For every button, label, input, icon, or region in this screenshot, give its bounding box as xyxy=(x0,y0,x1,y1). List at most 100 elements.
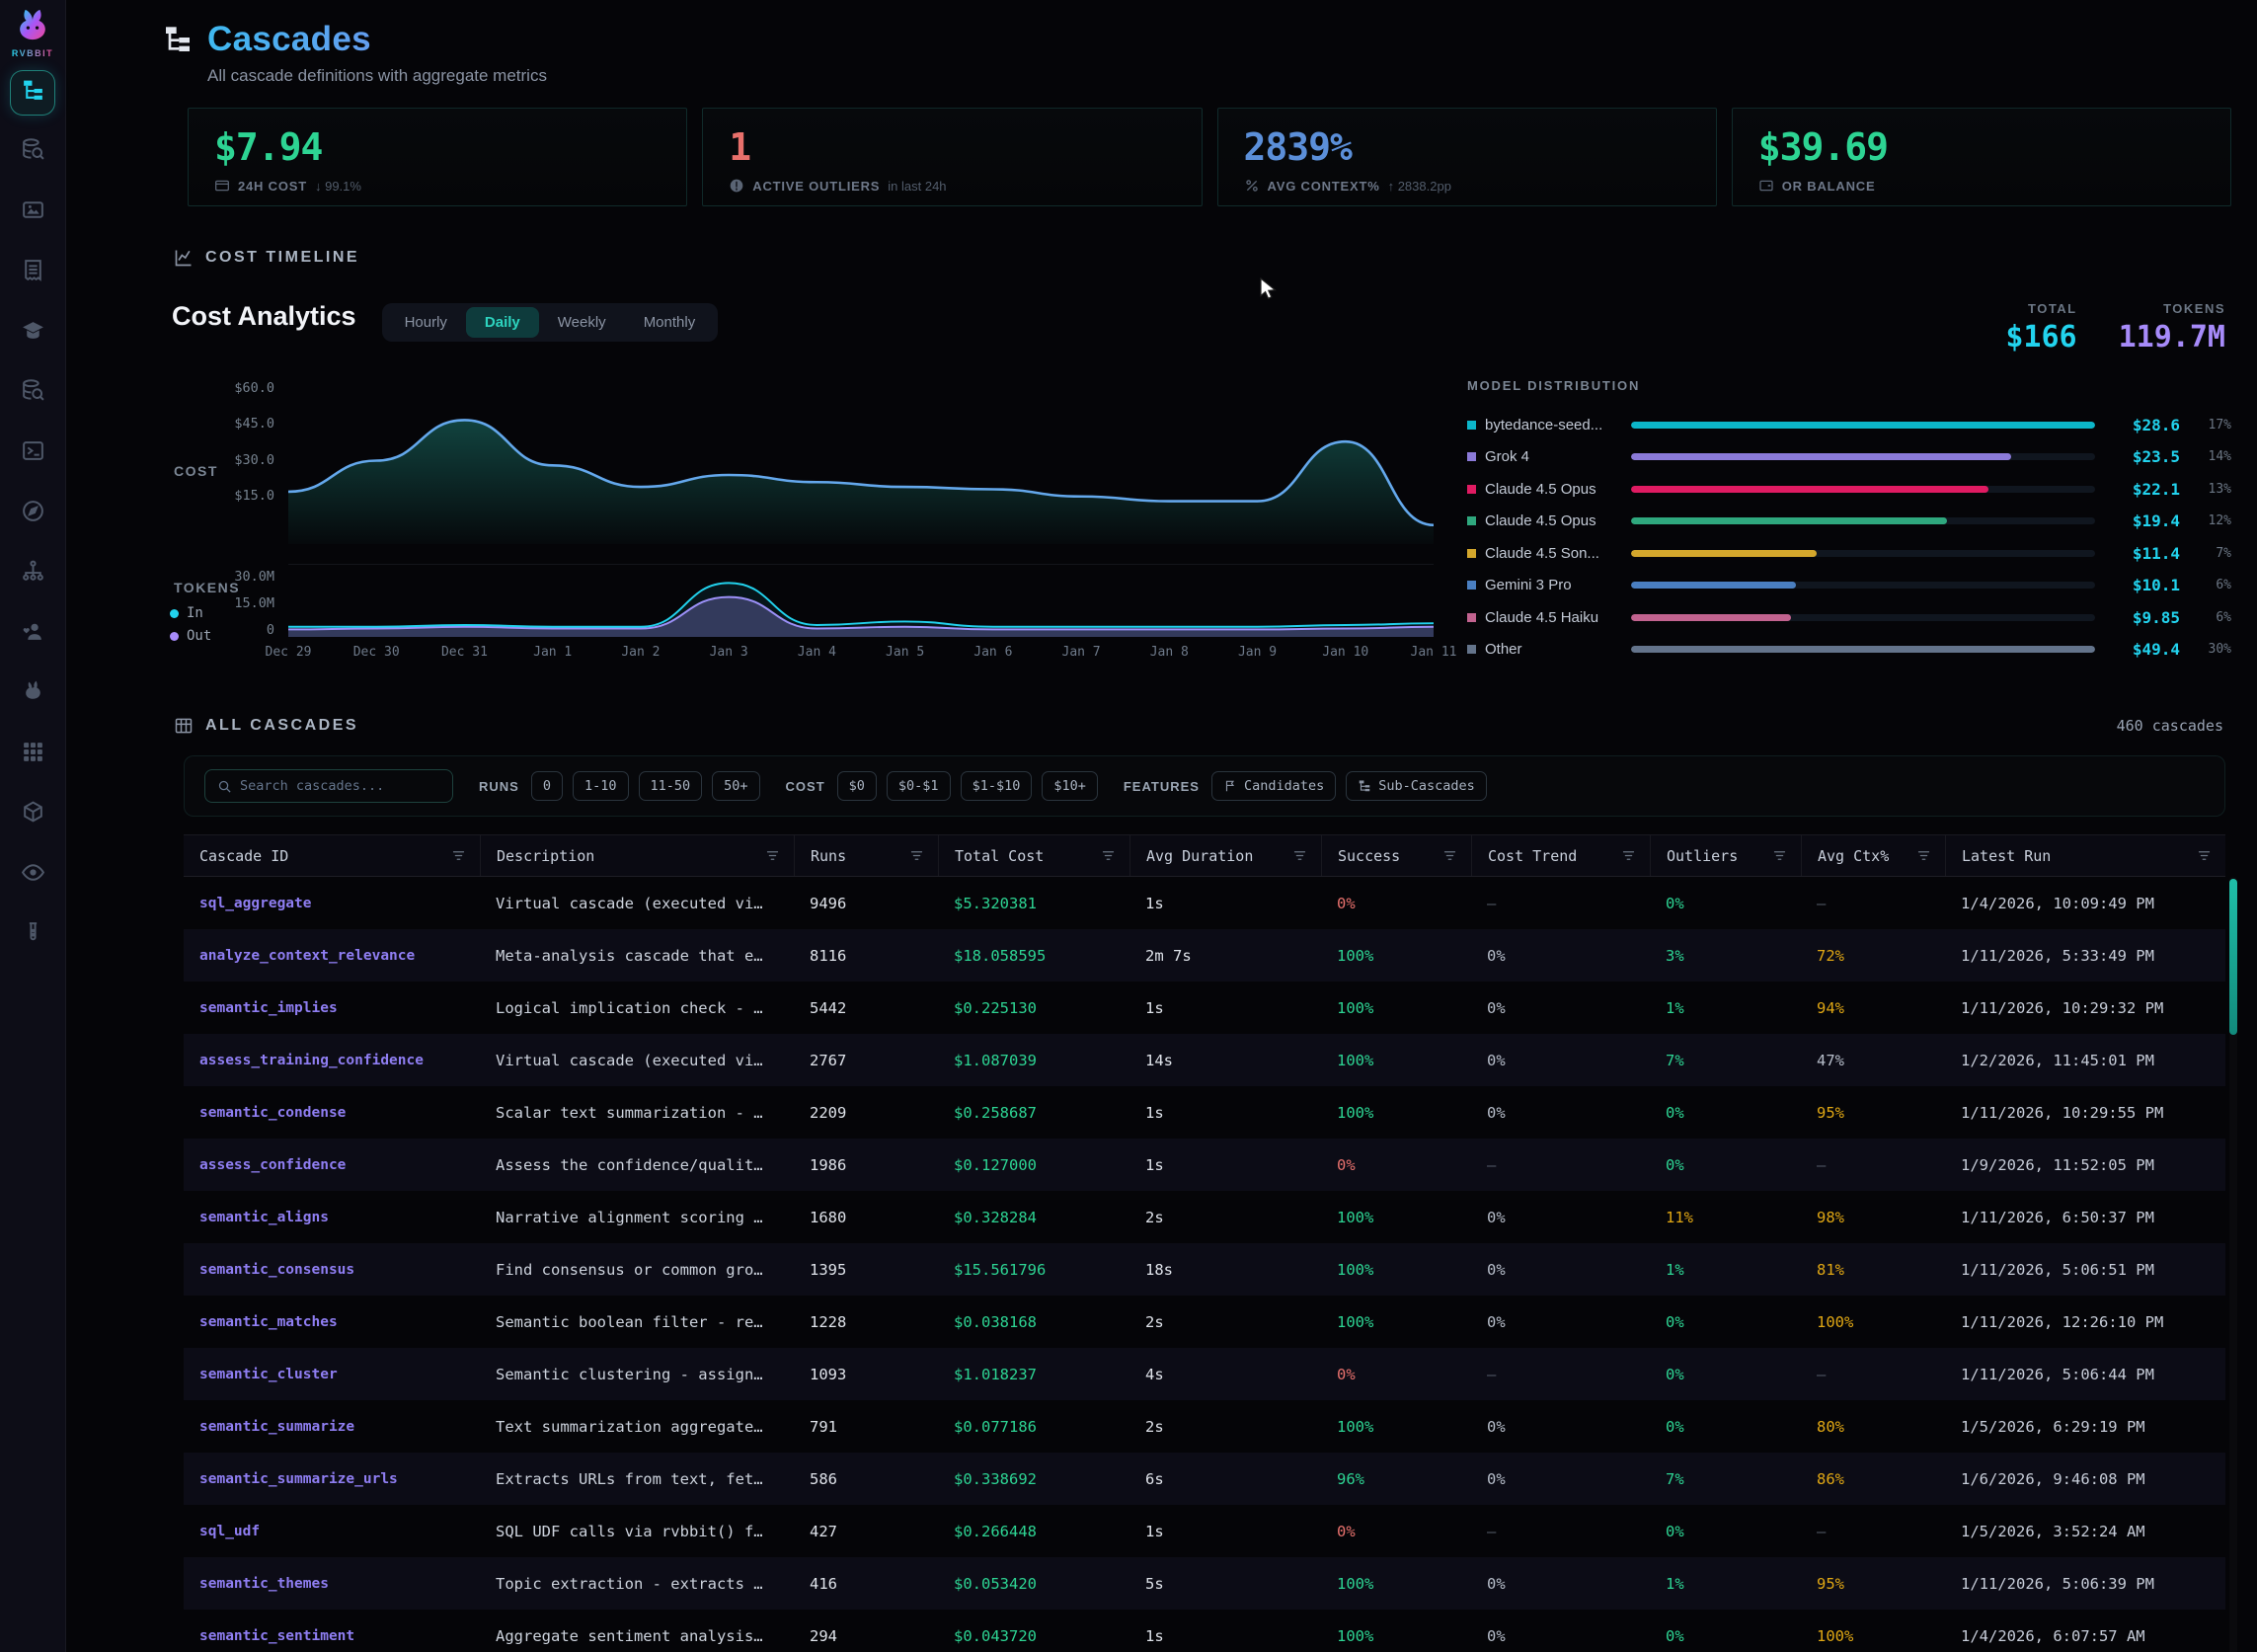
cell-cascade-id[interactable]: semantic_sentiment xyxy=(184,1610,480,1652)
cell-cascade-id[interactable]: semantic_consensus xyxy=(184,1243,480,1296)
model-cost-value: $11.4 xyxy=(2095,544,2180,563)
cost-chip--1-10[interactable]: $1-$10 xyxy=(961,771,1033,801)
model-distribution-label: MODEL DISTRIBUTION xyxy=(1467,378,2231,393)
cell-total-cost: $5.320381 xyxy=(938,877,1129,929)
x-tick: Dec 31 xyxy=(441,645,488,660)
filter-icon[interactable] xyxy=(909,848,924,863)
cell-avg-duration: 2s xyxy=(1129,1400,1321,1453)
cell-avg-duration: 18s xyxy=(1129,1243,1321,1296)
cost-filter-label: COST xyxy=(786,779,825,794)
cell-cascade-id[interactable]: semantic_summarize_urls xyxy=(184,1453,480,1505)
table-scrollbar[interactable] xyxy=(2229,877,2237,1652)
tokens-ytick: 15.0M xyxy=(234,595,274,611)
sidebar-item-explore[interactable] xyxy=(19,500,46,527)
model-share-pct: 13% xyxy=(2180,482,2231,497)
cell-cascade-id[interactable]: sql_udf xyxy=(184,1505,480,1557)
x-tick: Jan 3 xyxy=(710,645,748,660)
sidebar-item-apps[interactable] xyxy=(19,741,46,768)
cell-cascade-id[interactable]: semantic_matches xyxy=(184,1296,480,1348)
cost-chip--10+[interactable]: $10+ xyxy=(1042,771,1098,801)
scrollbar-thumb[interactable] xyxy=(2229,879,2237,1035)
model-bar-fill xyxy=(1631,614,1791,621)
sidebar: RVBBIT xyxy=(0,0,66,1652)
image-icon xyxy=(21,197,45,227)
filter-icon[interactable] xyxy=(1621,848,1636,863)
cell-avg-duration: 1s xyxy=(1129,982,1321,1034)
table-row: semantic_sentimentAggregate sentiment an… xyxy=(184,1610,2225,1652)
cost-chip--0-1[interactable]: $0-$1 xyxy=(887,771,951,801)
tab-daily[interactable]: Daily xyxy=(466,307,539,338)
filter-icon[interactable] xyxy=(1101,848,1116,863)
cell-avg-duration: 1s xyxy=(1129,1086,1321,1139)
filter-icon[interactable] xyxy=(1442,848,1457,863)
sidebar-item-observe[interactable] xyxy=(19,861,46,889)
cascades-count: 460 cascades xyxy=(2117,717,2231,735)
filter-icon[interactable] xyxy=(1772,848,1787,863)
model-bar-track xyxy=(1631,550,2095,557)
cell-cascade-id[interactable]: sql_aggregate xyxy=(184,877,480,929)
features-chip-sub-cascades[interactable]: Sub-Cascades xyxy=(1346,771,1487,801)
cell-cascade-id[interactable]: assess_confidence xyxy=(184,1139,480,1191)
filter-icon[interactable] xyxy=(451,848,466,863)
cell-avg-duration: 2m 7s xyxy=(1129,929,1321,982)
page-title: Cascades xyxy=(207,20,547,59)
model-bar-fill xyxy=(1631,646,2095,653)
cost-chip--0[interactable]: $0 xyxy=(837,771,877,801)
sidebar-item-cascades[interactable] xyxy=(10,70,55,116)
runs-chip-11-50[interactable]: 11-50 xyxy=(639,771,703,801)
cell-cost-trend: 0% xyxy=(1471,1086,1650,1139)
model-share-pct: 7% xyxy=(2180,546,2231,561)
test-tube-icon xyxy=(21,920,45,950)
cell-cost-trend: 0% xyxy=(1471,1296,1650,1348)
search-input[interactable] xyxy=(240,778,440,794)
sidebar-item-images[interactable] xyxy=(19,198,46,226)
cell-runs: 427 xyxy=(794,1505,938,1557)
cell-cascade-id[interactable]: assess_training_confidence xyxy=(184,1034,480,1086)
sidebar-item-rabbit[interactable] xyxy=(19,680,46,708)
cell-cascade-id[interactable]: analyze_context_relevance xyxy=(184,929,480,982)
cell-cascade-id[interactable]: semantic_condense xyxy=(184,1086,480,1139)
runs-chip-50+[interactable]: 50+ xyxy=(712,771,759,801)
sidebar-item-hierarchy[interactable] xyxy=(19,560,46,588)
table-row: assess_training_confidenceVirtual cascad… xyxy=(184,1034,2225,1086)
runs-chip-0[interactable]: 0 xyxy=(531,771,563,801)
sidebar-item-data-search[interactable] xyxy=(19,138,46,166)
cell-cascade-id[interactable]: semantic_implies xyxy=(184,982,480,1034)
x-tick: Jan 7 xyxy=(1061,645,1100,660)
sidebar-item-packages[interactable] xyxy=(19,801,46,828)
cell-outliers: 1% xyxy=(1650,1243,1801,1296)
cell-cascade-id[interactable]: semantic_aligns xyxy=(184,1191,480,1243)
cell-cascade-id[interactable]: semantic_cluster xyxy=(184,1348,480,1400)
filter-icon[interactable] xyxy=(765,848,780,863)
app-logo[interactable]: RVBBIT xyxy=(11,8,54,58)
sidebar-item-query-search[interactable] xyxy=(19,379,46,407)
cell-description: Narrative alignment scoring … xyxy=(480,1191,794,1243)
panel-title: Cost Analytics xyxy=(172,301,356,332)
filter-icon[interactable] xyxy=(1916,848,1931,863)
cell-description: Meta-analysis cascade that e… xyxy=(480,929,794,982)
tab-hourly[interactable]: Hourly xyxy=(386,307,466,338)
features-chip-candidates[interactable]: Candidates xyxy=(1211,771,1336,801)
filter-icon[interactable] xyxy=(1292,848,1307,863)
sidebar-item-experiments[interactable] xyxy=(19,921,46,949)
legend-out: Out xyxy=(170,628,211,644)
tokens-ytick: 30.0M xyxy=(234,569,274,585)
x-tick: Jan 2 xyxy=(621,645,660,660)
cell-avg-duration: 5s xyxy=(1129,1557,1321,1610)
tab-monthly[interactable]: Monthly xyxy=(625,307,715,338)
runs-chip-1-10[interactable]: 1-10 xyxy=(573,771,629,801)
cell-success: 0% xyxy=(1321,1505,1471,1557)
cell-cascade-id[interactable]: semantic_themes xyxy=(184,1557,480,1610)
cell-cost-trend: 0% xyxy=(1471,1191,1650,1243)
cell-avg-duration: 4s xyxy=(1129,1348,1321,1400)
stat-sublabel: ↑ 2838.2pp xyxy=(1388,179,1451,194)
sidebar-item-logs[interactable] xyxy=(19,259,46,286)
filter-icon[interactable] xyxy=(2197,848,2212,863)
sidebar-item-terminal[interactable] xyxy=(19,439,46,467)
tab-weekly[interactable]: Weekly xyxy=(539,307,625,338)
compass-icon xyxy=(21,499,45,528)
sidebar-item-learn[interactable] xyxy=(19,319,46,347)
sidebar-item-audience[interactable] xyxy=(19,620,46,648)
cell-cascade-id[interactable]: semantic_summarize xyxy=(184,1400,480,1453)
model-share-pct: 6% xyxy=(2180,578,2231,592)
